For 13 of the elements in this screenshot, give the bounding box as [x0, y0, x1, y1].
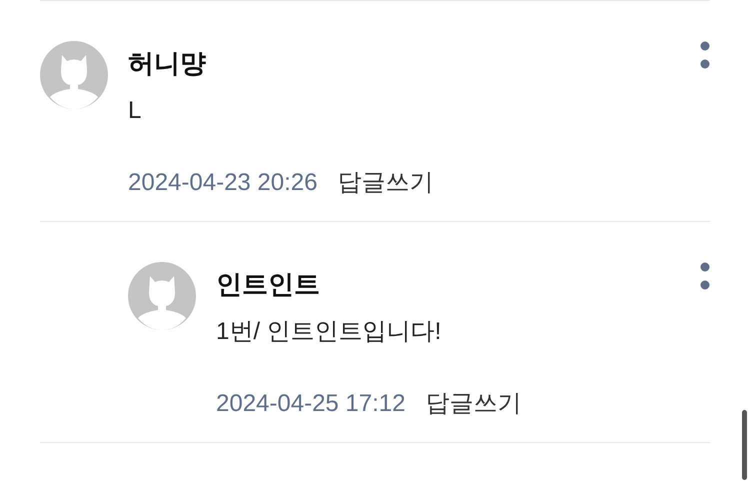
author-name: 인트인트	[216, 268, 320, 301]
author-name: 허니먕	[128, 47, 206, 80]
comment-date: 2024-04-23 20:26	[128, 168, 318, 198]
comment-text: L	[128, 96, 142, 126]
avatar-icon	[40, 41, 108, 109]
scrollbar[interactable]	[742, 410, 747, 480]
comment-text: 1번/ 인트인트입니다!	[216, 317, 442, 347]
avatar-icon	[128, 262, 196, 330]
more-options-icon[interactable]	[700, 41, 710, 69]
more-options-icon[interactable]	[700, 262, 710, 290]
reply-link[interactable]: 답글쓰기	[338, 165, 434, 201]
comment-date: 2024-04-25 17:12	[216, 389, 406, 419]
reply-link[interactable]: 답글쓰기	[426, 386, 522, 422]
